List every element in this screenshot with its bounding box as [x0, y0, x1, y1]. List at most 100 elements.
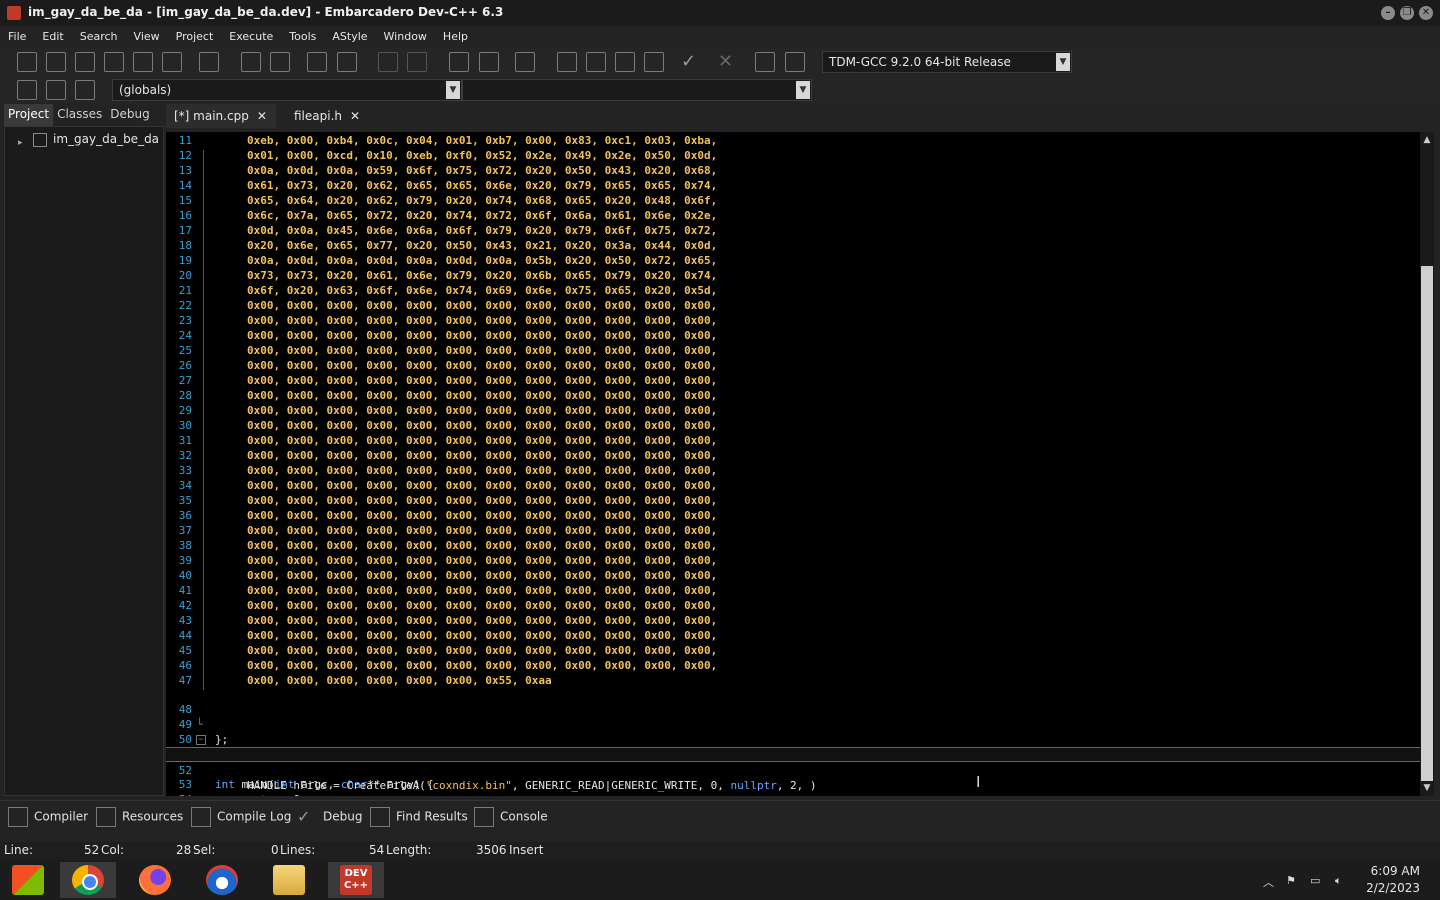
- tab-console[interactable]: Console: [474, 807, 548, 829]
- scrollbar-thumb[interactable]: [1421, 266, 1433, 781]
- indent-icon[interactable]: [307, 52, 327, 72]
- hex-literal-text: 0x00, 0x00, 0x00, 0x00, 0x00, 0x00, 0x00…: [247, 344, 718, 357]
- expand-arrow-icon[interactable]: ▸: [18, 138, 23, 148]
- tab-resources[interactable]: Resources: [96, 807, 183, 829]
- restore-icon[interactable]: ❐: [1400, 6, 1414, 20]
- close-all-icon[interactable]: [162, 52, 182, 72]
- menu-window[interactable]: Window: [376, 27, 435, 47]
- project-node[interactable]: im_gay_da_be_da: [53, 132, 159, 146]
- bookmark-icon[interactable]: [46, 80, 66, 100]
- line-number: 23: [178, 314, 192, 327]
- replace-icon[interactable]: [270, 52, 290, 72]
- hex-literal-text: 0x00, 0x00, 0x00, 0x00, 0x00, 0x00, 0x00…: [247, 404, 718, 417]
- print-icon[interactable]: [199, 52, 219, 72]
- grid-view-icon[interactable]: [557, 52, 577, 72]
- menu-tools[interactable]: Tools: [281, 27, 324, 47]
- compiler-select[interactable]: TDM-GCC 9.2.0 64-bit Release ▼: [822, 51, 1072, 73]
- undo-icon[interactable]: [378, 52, 398, 72]
- close-file-icon[interactable]: [133, 52, 153, 72]
- status-length-value: 3506: [476, 843, 507, 857]
- compile-log-icon: [191, 807, 211, 827]
- menu-astyle[interactable]: AStyle: [324, 27, 375, 47]
- comment-icon[interactable]: [515, 52, 535, 72]
- clock-date[interactable]: 2/2/2023: [1366, 881, 1420, 895]
- chrome-icon[interactable]: [60, 862, 116, 898]
- code-line: 51 − int main(int argc, char** argv) {: [166, 732, 1420, 791]
- network-icon[interactable]: ▭: [1310, 874, 1324, 887]
- scope-select[interactable]: (globals) ▼: [112, 79, 462, 101]
- code-editor[interactable]: 11 0xeb, 0x00, 0xb4, 0x0c, 0x04, 0x01, 0x…: [166, 132, 1420, 796]
- menu-view[interactable]: View: [126, 27, 168, 47]
- tiles-icon[interactable]: [644, 52, 664, 72]
- code-line: 19 0x0a, 0x0d, 0x0a, 0x0d, 0x0a, 0x0d, 0x…: [166, 253, 1420, 268]
- tab-main-cpp[interactable]: [*] main.cpp ✕: [166, 104, 276, 128]
- tab-compiler[interactable]: Compiler: [8, 807, 88, 829]
- windows-start-icon[interactable]: [0, 862, 56, 898]
- devcpp-icon[interactable]: DEV C++: [328, 862, 384, 898]
- calendar-icon[interactable]: [615, 52, 635, 72]
- project-icon: [33, 133, 47, 147]
- clock-time[interactable]: 6:09 AM: [1371, 864, 1420, 878]
- tab-project[interactable]: Project: [4, 104, 54, 126]
- open-file-icon[interactable]: [46, 52, 66, 72]
- window-view-icon[interactable]: [586, 52, 606, 72]
- code-line: 34 0x00, 0x00, 0x00, 0x00, 0x00, 0x00, 0x…: [166, 478, 1420, 493]
- tab-fileapi-h[interactable]: fileapi.h ✕: [286, 104, 376, 128]
- flag-icon[interactable]: ⚑: [1286, 874, 1300, 887]
- line-number: 19: [178, 254, 192, 267]
- file-explorer-icon[interactable]: [261, 862, 317, 898]
- line-number: 34: [178, 479, 192, 492]
- fold-guide: [203, 150, 204, 690]
- compiler-icon: [8, 807, 28, 827]
- taskbar: DEV C++: [0, 860, 1440, 900]
- close-tab-icon[interactable]: ✕: [350, 109, 360, 123]
- redo-icon[interactable]: [407, 52, 427, 72]
- insert-icon[interactable]: [17, 80, 37, 100]
- volume-icon[interactable]: 🔈︎: [1335, 874, 1349, 887]
- code-line: 27 0x00, 0x00, 0x00, 0x00, 0x00, 0x00, 0x…: [166, 373, 1420, 388]
- code-line: 37 0x00, 0x00, 0x00, 0x00, 0x00, 0x00, 0x…: [166, 523, 1420, 538]
- window-title: im_gay_da_be_da - [im_gay_da_be_da.dev] …: [28, 5, 504, 19]
- save-icon[interactable]: [75, 52, 95, 72]
- minimize-icon[interactable]: –: [1381, 6, 1395, 20]
- new-file-icon[interactable]: [17, 52, 37, 72]
- compile-icon[interactable]: [449, 52, 469, 72]
- chart-icon[interactable]: [755, 52, 775, 72]
- firefox-icon[interactable]: [127, 862, 183, 898]
- compiler-select-value: TDM-GCC 9.2.0 64-bit Release: [829, 55, 1011, 69]
- show-hidden-icons-icon[interactable]: ︿: [1263, 874, 1277, 889]
- run-icon[interactable]: [479, 52, 499, 72]
- tab-label: Find Results: [396, 809, 468, 824]
- stop-icon[interactable]: ✕: [718, 52, 738, 72]
- code-line: 18 0x20, 0x6e, 0x65, 0x77, 0x20, 0x50, 0x…: [166, 238, 1420, 253]
- menu-help[interactable]: Help: [435, 27, 476, 47]
- menu-file[interactable]: File: [0, 27, 34, 47]
- check-icon[interactable]: ✓: [681, 52, 701, 72]
- edge-icon[interactable]: [194, 862, 250, 898]
- chevron-down-icon: ▼: [796, 81, 810, 99]
- member-select[interactable]: ▼: [462, 79, 812, 101]
- line-number: 29: [178, 404, 192, 417]
- menu-execute[interactable]: Execute: [221, 27, 281, 47]
- fold-toggle-icon[interactable]: −: [196, 735, 206, 745]
- save-all-icon[interactable]: [104, 52, 124, 72]
- menu-search[interactable]: Search: [72, 27, 126, 47]
- tab-compile-log[interactable]: Compile Log: [191, 807, 291, 829]
- tab-classes[interactable]: Classes: [53, 104, 106, 126]
- menu-edit[interactable]: Edit: [34, 27, 71, 47]
- tab-find-results[interactable]: Find Results: [370, 807, 468, 829]
- tab-debug[interactable]: Debug: [106, 104, 153, 126]
- tab-debug-output[interactable]: ✓ Debug: [297, 807, 362, 829]
- scroll-down-icon[interactable]: ▼: [1420, 782, 1434, 794]
- hex-literal-text: 0x73, 0x73, 0x20, 0x61, 0x6e, 0x79, 0x20…: [247, 269, 718, 282]
- line-number: 44: [178, 629, 192, 642]
- delete-icon[interactable]: [785, 52, 805, 72]
- unindent-icon[interactable]: [337, 52, 357, 72]
- menu-project[interactable]: Project: [168, 27, 222, 47]
- close-icon[interactable]: ✕: [1419, 6, 1433, 20]
- close-tab-icon[interactable]: ✕: [257, 109, 267, 123]
- left-panel-tabs: Project Classes Debug: [4, 104, 164, 126]
- find-icon[interactable]: [241, 52, 261, 72]
- goto-bookmark-icon[interactable]: [75, 80, 95, 100]
- scroll-up-icon[interactable]: ▲: [1420, 134, 1434, 146]
